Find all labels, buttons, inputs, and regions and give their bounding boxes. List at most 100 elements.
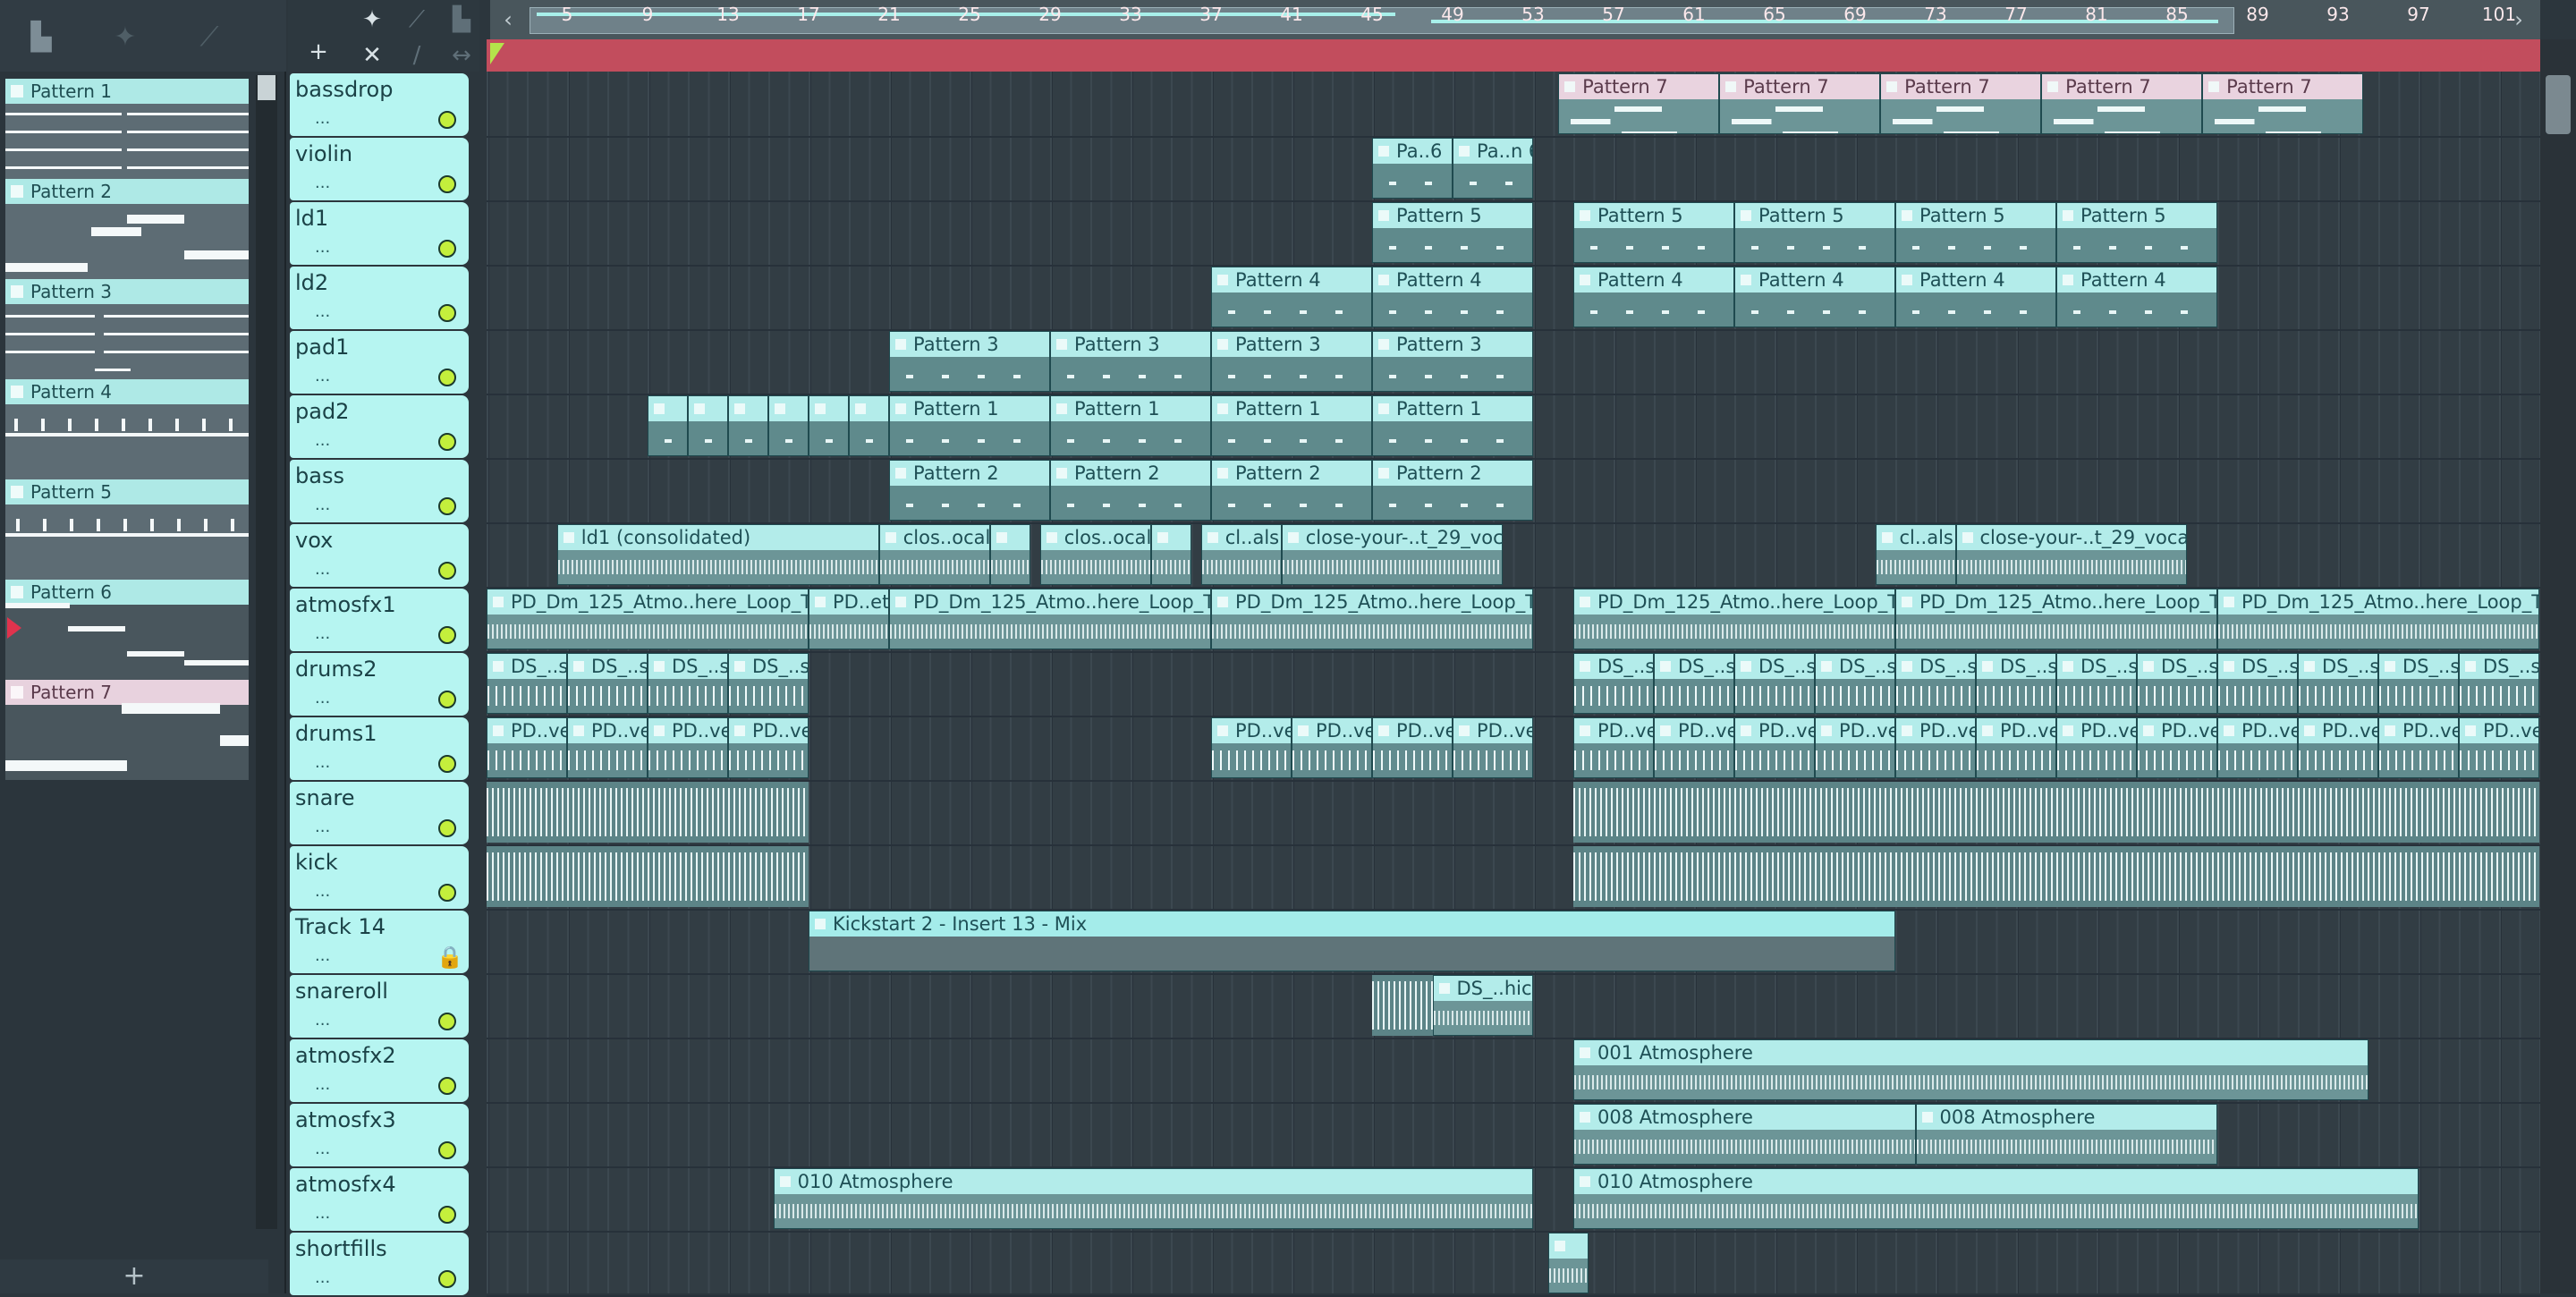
playlist-clip[interactable]: Pattern 3 [1050,331,1211,392]
track-mute-led[interactable] [438,626,456,644]
track-mute-led[interactable] [438,819,456,837]
track-options[interactable]: ... [315,753,330,772]
track-header[interactable]: atmosfx3... [290,1104,469,1166]
track-options[interactable]: ... [315,109,330,128]
pattern-item[interactable]: Pattern 3 [5,279,249,379]
track-mute-led[interactable] [438,433,456,451]
playlist-clip[interactable]: PD..ve [2298,717,2378,778]
playlist-clip[interactable]: Pa..n 6 [1453,138,1533,199]
playlist-clip[interactable]: PD_Dm_125_Atmo..here_Loop_Tenet [487,589,809,649]
track-options[interactable]: ... [315,431,330,450]
playlist-clip[interactable]: PD..ve [648,717,728,778]
playlist-clip[interactable]: PD..ve [1453,717,1533,778]
stretch-icon[interactable]: ↔ [444,39,479,72]
playlist-clip[interactable]: PD..ve [728,717,809,778]
audio-wave-icon[interactable]: ✦ [100,20,150,55]
automation-icon[interactable]: ⟋ [184,20,234,55]
track-mute-led[interactable] [438,1013,456,1030]
playlist-clip[interactable]: Pattern 4 [1211,267,1372,327]
playlist-clip[interactable]: Pattern 4 [1734,267,1895,327]
playlist-clip[interactable] [849,395,889,456]
timeline-ruler[interactable] [487,39,2540,72]
track-header[interactable]: bassdrop... [290,73,469,136]
playlist-clip[interactable] [648,395,688,456]
playlist-clip[interactable]: PD..ve [1573,717,1654,778]
track-options[interactable]: ... [315,302,330,321]
playlist-clip[interactable]: DS_..st [2137,653,2217,714]
pattern-item[interactable]: Pattern 4 [5,379,249,479]
pattern-item[interactable]: Pattern 5 [5,479,249,580]
playlist-clip[interactable]: Pattern 7 [2202,73,2364,134]
playlist-clip[interactable]: Pattern 5 [2056,202,2217,263]
playlist-clip[interactable]: PD..ve [2137,717,2217,778]
track-mute-led[interactable] [438,755,456,773]
vertical-scrollbar[interactable] [2540,39,2576,1293]
playlist-clip[interactable]: PD..ve [2056,717,2137,778]
playlist-clip[interactable]: PD..ve [567,717,648,778]
playlist-clip[interactable]: PD..ve [1372,717,1453,778]
track-options[interactable]: ... [315,1140,330,1158]
playlist-clip[interactable]: PD..ve [1815,717,1895,778]
track-mute-led[interactable] [438,691,456,708]
playlist-clip[interactable]: DS_..st [1815,653,1895,714]
piano-clip-icon[interactable]: ▙ [444,4,479,36]
playlist-clip[interactable]: PD..ve [2217,717,2298,778]
track-header[interactable]: ld1... [290,202,469,265]
clip-waveform[interactable] [487,782,809,843]
track-options[interactable]: ... [315,1268,330,1287]
playlist-clip[interactable]: Pattern 3 [1372,331,1533,392]
track-header[interactable]: drums1... [290,717,469,780]
track-header[interactable]: pad1... [290,331,469,394]
track-header[interactable]: pad2... [290,395,469,458]
track-header[interactable]: atmosfx2... [290,1039,469,1102]
automation-clip-icon[interactable]: ⟋ [399,4,435,36]
clip-waveform[interactable] [1372,975,1433,1036]
playlist-clip[interactable]: cl..als [1875,524,1956,585]
playlist-clip[interactable]: PD..ve [1895,717,1976,778]
playlist-clip[interactable]: cl..als [1200,524,1282,585]
track-options[interactable]: ... [315,1011,330,1030]
playlist-clip[interactable]: Pattern 4 [1372,267,1533,327]
track-header[interactable]: snare... [290,782,469,844]
playlist-clip[interactable]: Pattern 7 [1558,73,1720,134]
track-mute-led[interactable] [438,1141,456,1159]
track-mute-led[interactable] [438,111,456,129]
playlist-clip[interactable]: clos..ocals [1039,524,1151,585]
pattern-item[interactable]: Pattern 7 [5,680,249,780]
track-mute-led[interactable] [438,369,456,386]
slice-icon[interactable]: / [399,39,435,72]
playlist-clip[interactable]: close-your-..t_29_vocals [1281,524,1504,585]
lock-icon[interactable]: 🔒 [436,945,463,970]
playlist-clip[interactable]: Pattern 5 [1372,202,1533,263]
playlist-clip[interactable]: DS_..st [728,653,809,714]
playlist-clip[interactable]: clos..ocals [878,524,990,585]
track-mute-led[interactable] [438,240,456,258]
playlist-clip[interactable] [768,395,809,456]
playlist-clip[interactable]: PD..ve [1292,717,1372,778]
vertical-scrollbar-thumb[interactable] [2546,75,2571,134]
playlist-clip[interactable]: DS_..st [487,653,567,714]
playlist-clip[interactable]: PD..et [809,589,889,649]
track-header[interactable]: kick... [290,846,469,909]
playlist-clip[interactable]: Pattern 1 [889,395,1050,456]
audio-clip-icon[interactable]: ✦ [354,4,390,36]
track-mute-led[interactable] [438,497,456,515]
clip-waveform[interactable] [1573,782,2539,843]
track-header[interactable]: Track 14... 🔒 [290,911,469,973]
playlist-clip[interactable]: PD..ve [1976,717,2056,778]
playlist-clip[interactable]: Pattern 4 [2056,267,2217,327]
playlist-clip[interactable]: DS_..st [2298,653,2378,714]
playlist-clip[interactable]: Pattern 7 [1880,73,2042,134]
playlist-clip[interactable]: PD..ve [1654,717,1734,778]
track-mute-led[interactable] [438,884,456,902]
playlist-clip[interactable]: PD_Dm_125_Atmo..here_Loop_Tenet [1895,589,2217,649]
playlist-clip[interactable]: DS_..st [1895,653,1976,714]
add-pattern-button[interactable]: + [0,1259,268,1293]
playlist-clip[interactable] [989,524,1030,585]
track-options[interactable]: ... [315,560,330,579]
track-header[interactable]: snareroll... [290,975,469,1038]
track-options[interactable]: ... [315,946,330,965]
playlist-clip[interactable]: DS_..st [2459,653,2539,714]
playlist-clip[interactable]: DS_..st [648,653,728,714]
pattern-item[interactable]: Pattern 2 [5,179,249,279]
